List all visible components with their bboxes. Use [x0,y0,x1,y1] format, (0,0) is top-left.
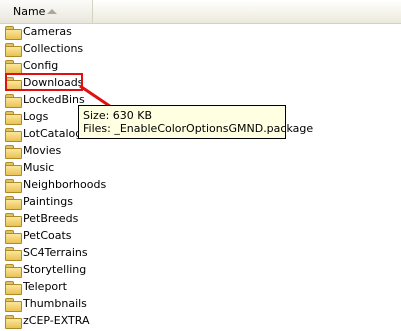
name-column-header[interactable]: Name [0,0,93,23]
folder-icon [5,247,22,261]
folder-row[interactable]: Thumbnails [0,296,401,313]
folder-row[interactable]: Collections [0,41,401,58]
tooltip-files-line: Files: _EnableColorOptionsGMND.package [83,122,313,135]
folder-icon [5,60,22,74]
folder-label: Paintings [23,195,73,208]
tooltip-files-label: Files: [83,122,111,135]
folder-row[interactable]: Movies [0,143,401,160]
folder-list: Cameras Collections Config Downloads LockedB… [0,24,401,330]
folder-icon [5,179,22,193]
folder-icon [5,128,22,142]
name-column-label: Name [13,5,46,18]
folder-label: Thumbnails [23,297,87,310]
folder-icon [5,315,22,329]
folder-icon [5,43,22,57]
tooltip-files-value: _EnableColorOptionsGMND.package [114,122,314,135]
folder-row[interactable]: Cameras [0,24,401,41]
folder-label: PetCoats [23,229,72,242]
tooltip-size-value: 630 KB [112,109,153,122]
folder-label: Config [23,59,59,72]
folder-row[interactable]: PetCoats [0,228,401,245]
folder-row[interactable]: Storytelling [0,262,401,279]
folder-label: SC4Terrains [23,246,88,259]
folder-label: Logs [23,110,49,123]
folder-row[interactable]: SC4Terrains [0,245,401,262]
folder-icon [5,162,22,176]
tooltip-size-line: Size: 630 KB [83,109,285,122]
file-info-tooltip: Size: 630 KB Files: _EnableColorOptionsG… [78,105,313,139]
folder-label: PetBreeds [23,212,79,225]
folder-icon [5,111,22,125]
folder-icon [5,264,22,278]
folder-row[interactable]: Neighborhoods [0,177,401,194]
downloads-highlight-box [5,73,83,91]
folder-icon [5,213,22,227]
folder-label: LotCatalog [23,127,83,140]
folder-row[interactable]: zCEP-EXTRA [0,313,401,330]
folder-label: Neighborhoods [23,178,107,191]
folder-icon [5,145,22,159]
folder-icon [5,26,22,40]
column-header-bar: Name [0,0,401,24]
folder-label: Cameras [23,25,72,38]
folder-icon [5,94,22,108]
folder-row[interactable]: Teleport [0,279,401,296]
folder-label: Music [23,161,55,174]
folder-label: Collections [23,42,84,55]
folder-icon [5,298,22,312]
folder-label: LockedBins [23,93,85,106]
folder-icon [5,230,22,244]
folder-icon [5,281,22,295]
folder-label: Teleport [23,280,67,293]
folder-row[interactable]: Paintings [0,194,401,211]
folder-row[interactable]: PetBreeds [0,211,401,228]
folder-icon [5,196,22,210]
sort-ascending-icon [47,9,57,14]
tooltip-size-label: Size: [83,109,110,122]
folder-label: zCEP-EXTRA [23,314,90,327]
file-browser: Name Cameras Collections Config Downloads Lo… [0,0,401,331]
folder-row[interactable]: Music [0,160,401,177]
folder-label: Movies [23,144,62,157]
folder-label: Storytelling [23,263,87,276]
